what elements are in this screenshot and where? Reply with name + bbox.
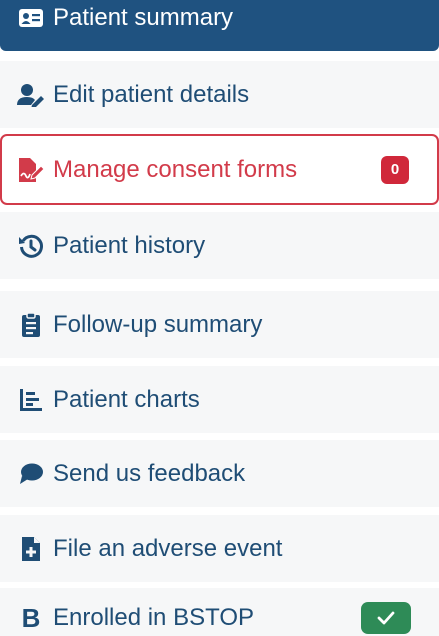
file-signature-icon [17, 156, 45, 184]
nav-item-enrolled-in-bstop[interactable]: B Enrolled in BSTOP [0, 588, 439, 636]
id-card-icon [17, 4, 45, 32]
chart-bar-icon [17, 386, 45, 414]
user-edit-icon [17, 81, 45, 109]
nav-item-manage-consent-forms[interactable]: Manage consent forms 0 [0, 134, 439, 205]
enrolled-status-badge [361, 602, 411, 634]
nav-item-label: Patient charts [53, 385, 200, 413]
nav-item-file-adverse-event[interactable]: File an adverse event [0, 515, 439, 582]
count-badge: 0 [381, 155, 409, 184]
nav-item-label: Enrolled in BSTOP [53, 604, 254, 631]
nav-item-label: Edit patient details [53, 80, 250, 108]
check-icon [377, 611, 395, 625]
nav-item-label: Patient summary [53, 3, 234, 31]
nav-item-label: File an adverse event [53, 534, 283, 562]
letter-b-icon: B [21, 602, 41, 633]
nav-item-patient-history[interactable]: Patient history [0, 212, 439, 279]
clipboard-list-icon [17, 311, 45, 339]
nav-item-send-us-feedback[interactable]: Send us feedback [0, 440, 439, 507]
nav-item-label: Patient history [53, 231, 206, 259]
comment-icon [17, 460, 45, 488]
history-icon [17, 232, 45, 260]
nav-item-patient-summary[interactable]: Patient summary [0, 0, 439, 51]
nav-item-follow-up-summary[interactable]: Follow-up summary [0, 291, 439, 358]
nav-item-label: Send us feedback [53, 459, 246, 487]
nav-item-label: Manage consent forms [53, 155, 298, 183]
nav-item-label: Follow-up summary [53, 310, 263, 338]
file-plus-icon [17, 535, 45, 563]
nav-item-edit-patient-details[interactable]: Edit patient details [0, 61, 439, 128]
patient-nav-menu: Patient summary Edit patient details Man… [0, 0, 439, 636]
nav-item-patient-charts[interactable]: Patient charts [0, 366, 439, 433]
